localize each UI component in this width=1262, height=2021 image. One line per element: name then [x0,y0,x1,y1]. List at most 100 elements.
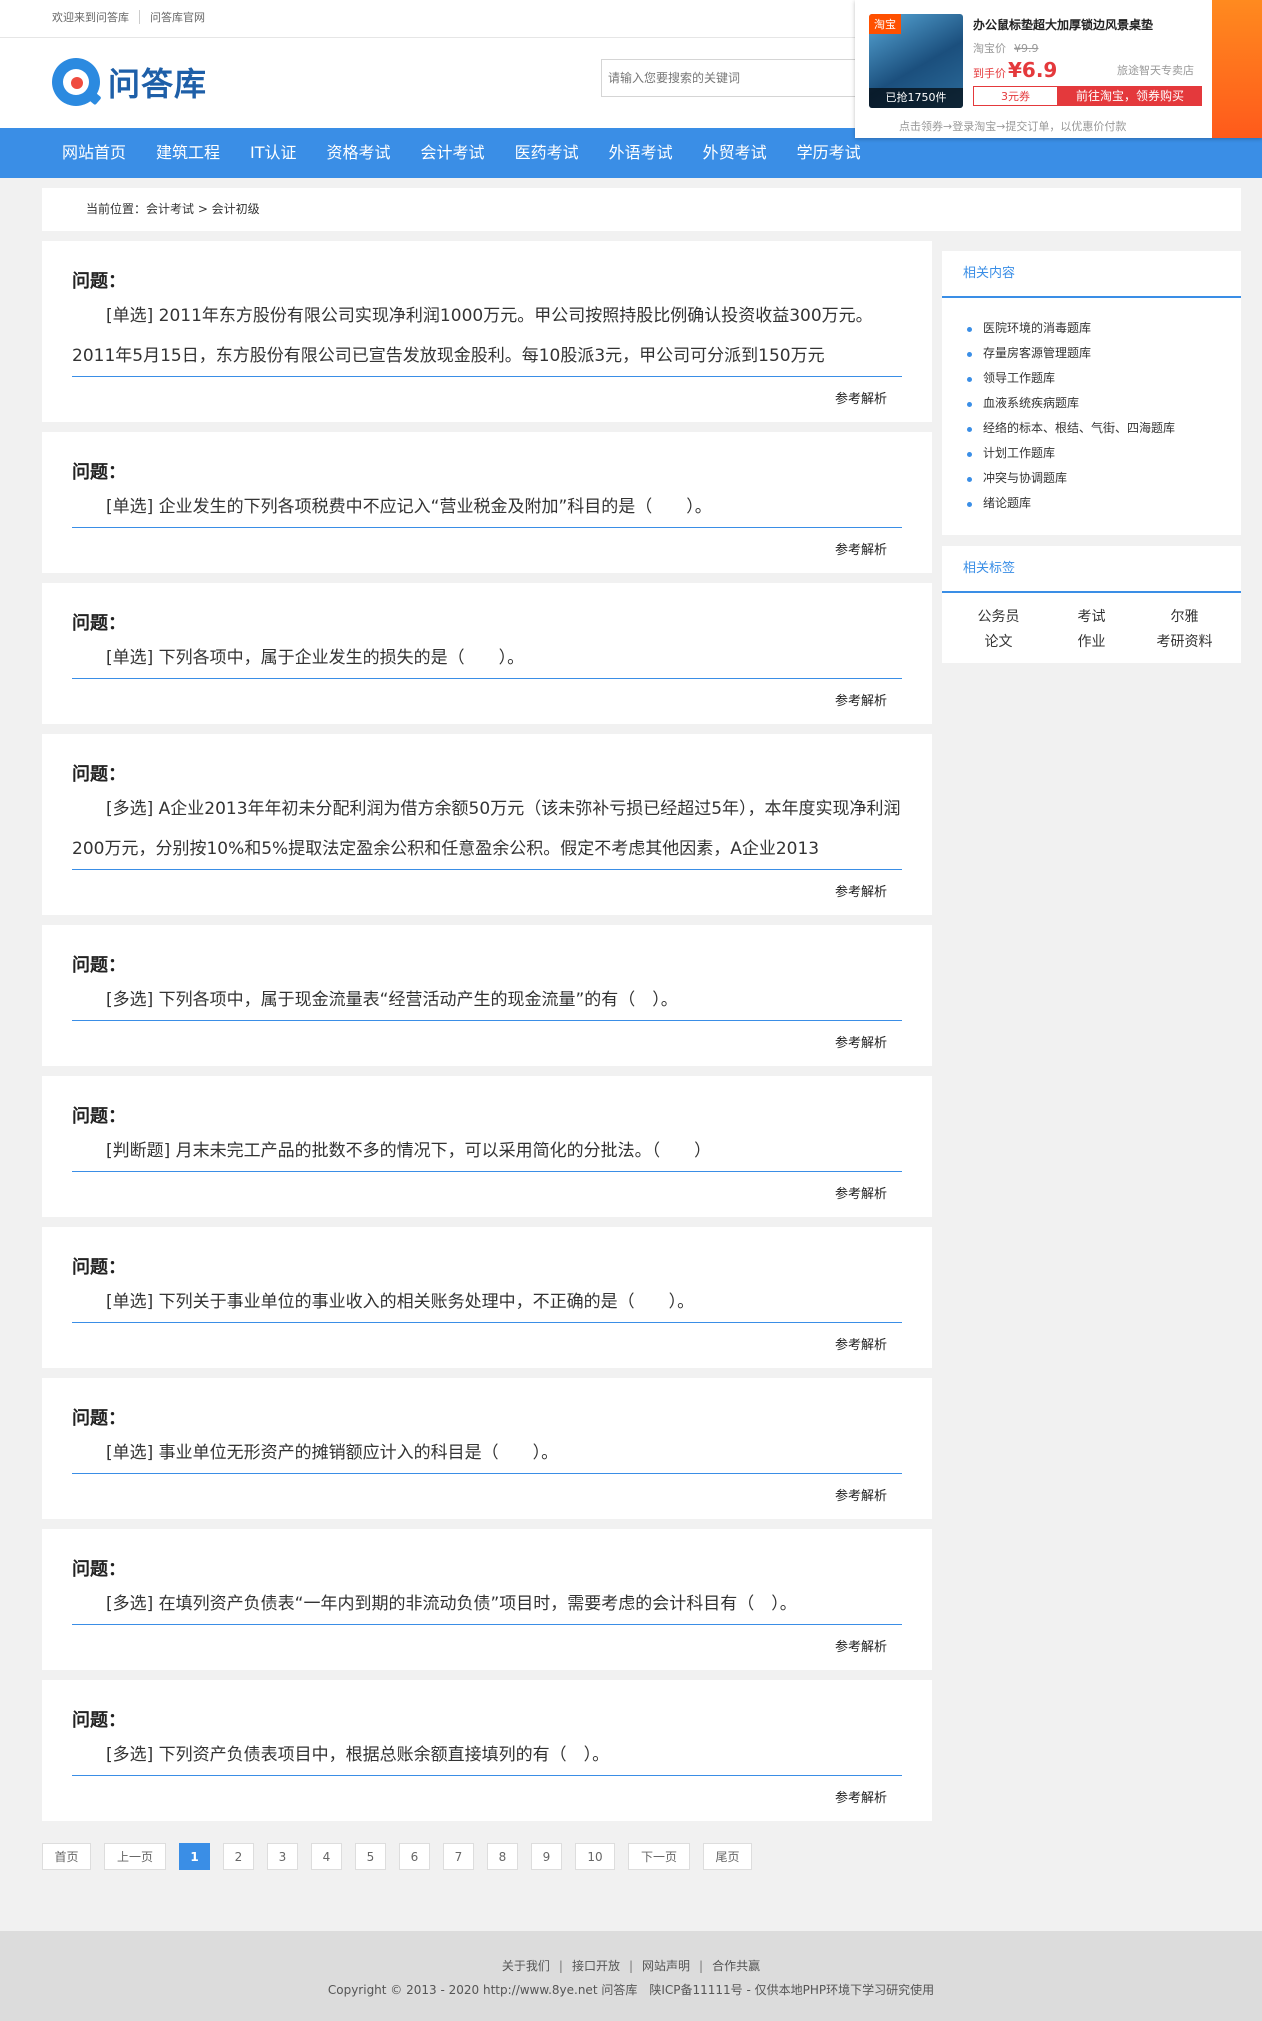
ad-coupon-button[interactable]: 3元券 [973,86,1058,106]
question-text[interactable]: [单选] 企业发生的下列各项税费中不应记入“营业税金及附加”科目的是（ ）。 [72,487,902,528]
footer-link[interactable]: 关于我们 [502,1959,550,1973]
related-item[interactable]: 领导工作题库 [967,366,1241,391]
related-item[interactable]: 医院环境的消毒题库 [967,316,1241,341]
reference-analysis-link[interactable]: 参考解析 [72,1625,902,1670]
pager-first[interactable]: 首页 [42,1843,91,1870]
related-tags-list: 公务员 考试 尔雅论文 作业 考研资料 [942,593,1241,655]
site-logo[interactable]: 问答库 [52,58,207,106]
footer-link[interactable]: 接口开放 [572,1959,620,1973]
taobao-ad-popup[interactable]: 淘宝 已抢1750件 办公鼠标垫超大加厚锁边风景桌垫 淘宝价 ¥9.9 到手价 ¥6… [855,0,1262,138]
pager-page[interactable]: 10 [575,1843,615,1870]
ad-original-label: 淘宝价 [973,42,1006,55]
nav-item[interactable]: 会计考试 [411,128,505,178]
nav-item[interactable]: 建筑工程 [146,128,240,178]
tag-item[interactable]: 论文 [952,630,1045,655]
ad-final-price: 到手价 ¥6.9 [973,58,1057,82]
nav-item[interactable]: IT认证 [240,128,317,178]
related-item[interactable]: 血液系统疾病题库 [967,391,1241,416]
footer-links: 关于我们 | 接口开放 | 网站声明 | 合作共赢 [0,1957,1262,1974]
reference-analysis-link[interactable]: 参考解析 [72,377,902,422]
pager-prev[interactable]: 上一页 [104,1843,166,1870]
footer-link[interactable]: 网站声明 [642,1959,690,1973]
question-text[interactable]: [单选] 事业单位无形资产的摊销额应计入的科目是（ ）。 [72,1433,902,1474]
reference-analysis-link[interactable]: 参考解析 [72,528,902,573]
question-text[interactable]: [判断题] 月末未完工产品的批数不多的情况下，可以采用简化的分批法。（ ） [72,1131,902,1172]
ad-shop-name: 旅途智天专卖店 [1117,64,1194,77]
pager-page[interactable]: 7 [443,1843,474,1870]
reference-analysis-link[interactable]: 参考解析 [72,679,902,724]
reference-analysis-link[interactable]: 参考解析 [72,1474,902,1519]
welcome-text: 欢迎来到问答库 [52,11,129,24]
ad-side-banner[interactable] [1212,0,1262,138]
breadcrumb: 当前位置：会计考试 > 会计初级 [42,188,1241,231]
question-title: 问题： [72,1710,126,1731]
pager-page[interactable]: 4 [311,1843,342,1870]
question-title: 问题： [72,462,126,483]
ad-buy-button[interactable]: 前往淘宝，领券购买 [1058,86,1202,106]
tag-item[interactable]: 作业 [1045,630,1138,655]
related-tags-panel: 相关标签 公务员 考试 尔雅 论文 作业 考研资料 [942,546,1241,663]
question-card: 问题： [单选] 企业发生的下列各项税费中不应记入“营业税金及附加”科目的是（ ）… [42,432,932,573]
related-content-list: 医院环境的消毒题库 存量房客源管理题库 领导工作题库 血液系统疾病题库 经络的标本、根结… [942,298,1241,516]
question-title: 问题： [72,613,126,634]
question-text[interactable]: [单选] 2011年东方股份有限公司实现净利润1000万元。甲公司按照持股比例确… [72,296,902,377]
question-title: 问题： [72,1559,126,1580]
question-text[interactable]: [单选] 下列各项中，属于企业发生的损失的是（ ）。 [72,638,902,679]
question-card: 问题： [单选] 下列各项中，属于企业发生的损失的是（ ）。 参考解析 [42,583,932,724]
related-item[interactable]: 计划工作题库 [967,441,1241,466]
question-text[interactable]: [多选] A企业2013年年初未分配利润为借方余额50万元（该未弥补亏损已经超过… [72,789,902,870]
nav-item[interactable]: 外贸考试 [693,128,787,178]
nav-item[interactable]: 资格考试 [317,128,411,178]
question-text[interactable]: [多选] 下列各项中，属于现金流量表“经营活动产生的现金流量”的有（ ）。 [72,980,902,1021]
question-list: 问题： [单选] 2011年东方股份有限公司实现净利润1000万元。甲公司按照持股… [42,241,932,1831]
site-footer: 关于我们 | 接口开放 | 网站声明 | 合作共赢 Copyright © 2013 - 2… [0,1931,1262,2021]
reference-analysis-link[interactable]: 参考解析 [72,1172,902,1217]
ad-product-title[interactable]: 办公鼠标垫超大加厚锁边风景桌垫 [973,16,1153,33]
question-card: 问题： [判断题] 月末未完工产品的批数不多的情况下，可以采用简化的分批法。（ ）… [42,1076,932,1217]
pager-page[interactable]: 5 [355,1843,386,1870]
reference-analysis-link[interactable]: 参考解析 [72,870,902,915]
tag-item[interactable]: 考试 [1045,605,1138,630]
pager-page[interactable]: 3 [267,1843,298,1870]
question-title: 问题： [72,271,126,292]
question-title: 问题： [72,955,126,976]
pager-last[interactable]: 尾页 [703,1843,752,1870]
footer-separator: | [699,1959,704,1973]
related-content-panel: 相关内容 医院环境的消毒题库 存量房客源管理题库 领导工作题库 血液系统疾病题库 经络的… [942,251,1241,535]
footer-link[interactable]: 合作共赢 [712,1959,760,1973]
related-item[interactable]: 存量房客源管理题库 [967,341,1241,366]
search-input[interactable] [601,59,861,97]
pager-next[interactable]: 下一页 [628,1843,690,1870]
pager-page[interactable]: 2 [223,1843,254,1870]
pager-page[interactable]: 1 [179,1843,210,1870]
reference-analysis-link[interactable]: 参考解析 [72,1776,902,1821]
pager-page[interactable]: 8 [487,1843,518,1870]
pager-page[interactable]: 6 [399,1843,430,1870]
related-item[interactable]: 冲突与协调题库 [967,466,1241,491]
ad-original-value: ¥9.9 [1014,42,1039,55]
question-text[interactable]: [多选] 下列资产负债表项目中，根据总账余额直接填列的有（ ）。 [72,1735,902,1776]
nav-item[interactable]: 网站首页 [52,128,146,178]
related-content-title: 相关内容 [942,251,1241,298]
ad-price-label: 到手价 [973,67,1006,80]
nav-item[interactable]: 外语考试 [599,128,693,178]
question-text[interactable]: [单选] 下列关于事业单位的事业收入的相关账务处理中，不正确的是（ ）。 [72,1282,902,1323]
related-item[interactable]: 经络的标本、根结、气街、四海题库 [967,416,1241,441]
related-item[interactable]: 绪论题库 [967,491,1241,516]
top-links: 欢迎来到问答库 问答库官网 [52,9,205,25]
tag-item[interactable]: 公务员 [952,605,1045,630]
reference-analysis-link[interactable]: 参考解析 [72,1021,902,1066]
tag-item[interactable]: 考研资料 [1138,630,1231,655]
question-text[interactable]: [多选] 在填列资产负债表“一年内到期的非流动负债”项目时，需要考虑的会计科目有… [72,1584,902,1625]
official-site-link[interactable]: 问答库官网 [150,9,205,25]
question-card: 问题： [多选] 下列资产负债表项目中，根据总账余额直接填列的有（ ）。 参考解析 [42,1680,932,1821]
ad-sold-count: 已抢1750件 [869,88,963,108]
reference-analysis-link[interactable]: 参考解析 [72,1323,902,1368]
footer-copyright: Copyright © 2013 - 2020 http://www.8ye.n… [327,1983,935,1997]
question-card: 问题： [单选] 2011年东方股份有限公司实现净利润1000万元。甲公司按照持股… [42,241,932,422]
question-card: 问题： [多选] 在填列资产负债表“一年内到期的非流动负债”项目时，需要考虑的会计… [42,1529,932,1670]
pager-page[interactable]: 9 [531,1843,562,1870]
ad-product-image[interactable]: 淘宝 已抢1750件 [869,14,963,108]
nav-item[interactable]: 医药考试 [505,128,599,178]
tag-item[interactable]: 尔雅 [1138,605,1231,630]
